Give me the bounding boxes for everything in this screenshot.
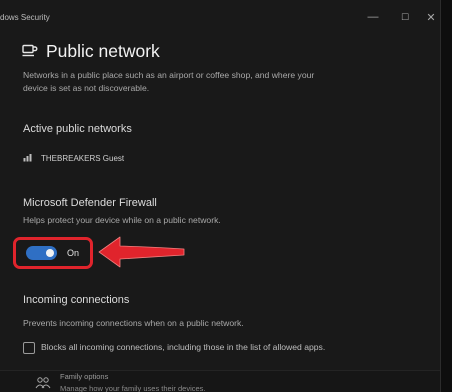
firewall-toggle-highlight: On [13,237,93,269]
family-icon [35,376,51,392]
firewall-toggle[interactable] [26,246,57,260]
block-incoming-option[interactable]: Blocks all incoming connections, includi… [23,341,331,354]
family-options-title[interactable]: Family options [60,372,108,381]
incoming-connections-heading: Incoming connections [23,294,130,306]
toggle-state-label: On [67,248,80,258]
main-content: Public network Networks in a public plac… [0,0,440,392]
windows-security-window: dows Security — ☐ ✕ Public network Netwo… [0,0,441,392]
page-title: Public network [46,41,160,61]
active-networks-heading: Active public networks [23,123,132,135]
active-network-item: THEBREAKERS Guest [23,149,124,167]
firewall-heading: Microsoft Defender Firewall [23,197,157,209]
block-incoming-label: Blocks all incoming connections, includi… [41,342,326,352]
toggle-knob [46,249,54,257]
coffee-cup-icon [22,44,38,62]
red-arrow-annotation [96,234,188,275]
family-options-description: Manage how your family uses their device… [60,384,206,392]
network-icon [23,149,32,167]
window-edge [441,0,452,392]
page-description: Networks in a public place such as an ai… [23,70,315,93]
incoming-connections-description: Prevents incoming connections when on a … [23,318,244,328]
network-name: THEBREAKERS Guest [41,153,125,163]
firewall-description: Helps protect your device while on a pub… [23,215,221,225]
block-incoming-checkbox[interactable] [23,342,35,354]
